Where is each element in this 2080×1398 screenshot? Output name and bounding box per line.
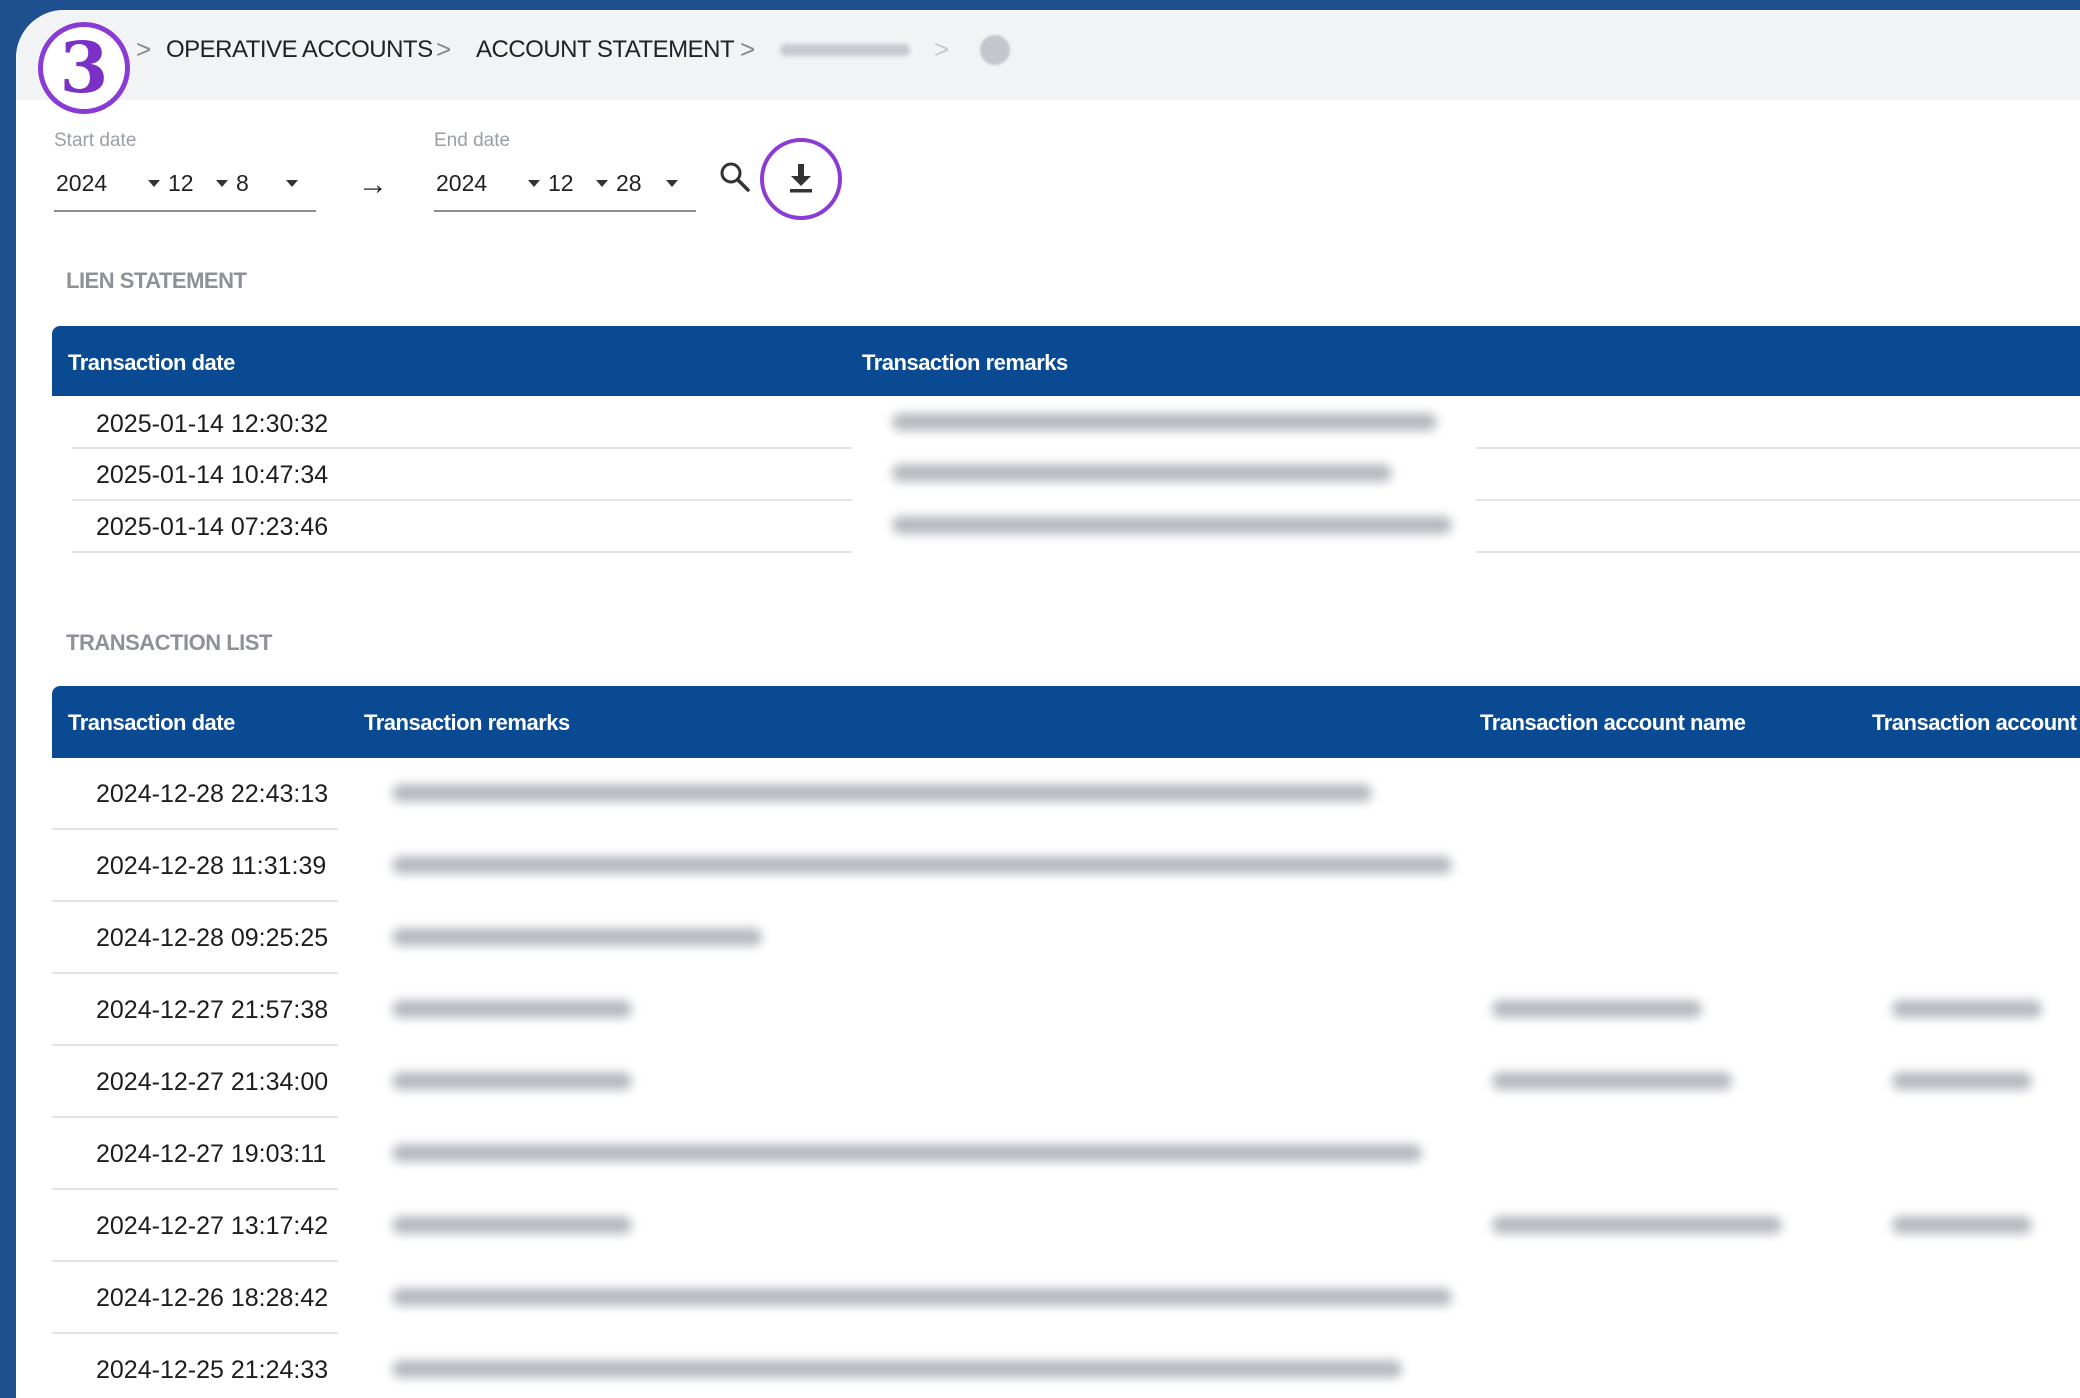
range-arrow-icon: →: [358, 168, 388, 201]
start-month-select[interactable]: 12: [168, 170, 194, 197]
table-row[interactable]: 2024-12-27 21:34:00: [52, 1046, 2080, 1116]
redacted-account-name: [1492, 1072, 1732, 1090]
redacted-account-name: [1492, 1000, 1702, 1018]
transaction-date: 2024-12-27 19:03:11: [96, 1140, 327, 1168]
transaction-date: 2024-12-26 18:28:42: [96, 1284, 329, 1312]
column-header-date[interactable]: Transaction date: [68, 350, 235, 376]
chevron-down-icon[interactable]: [666, 180, 678, 187]
chevron-down-icon[interactable]: [528, 180, 540, 187]
statement-window: > OPERATIVE ACCOUNTS > ACCOUNT STATEMENT…: [16, 10, 2080, 1398]
redacted-remarks: [392, 1216, 632, 1234]
redacted-account-name: [1492, 1216, 1782, 1234]
account-avatar-icon[interactable]: [980, 35, 1010, 65]
redacted-account-number: [1892, 1072, 2032, 1090]
transaction-date: 2025-01-14 12:30:32: [96, 410, 329, 438]
table-row[interactable]: 2024-12-26 18:28:42: [52, 1262, 2080, 1332]
redacted-remarks: [392, 1072, 632, 1090]
column-header-remarks[interactable]: Transaction remarks: [862, 350, 1068, 376]
chevron-down-icon[interactable]: [148, 180, 160, 187]
redacted-account-number: [1892, 1216, 2032, 1234]
chevron-down-icon[interactable]: [216, 180, 228, 187]
column-header-account-name[interactable]: Transaction account name: [1480, 710, 1746, 736]
search-icon[interactable]: [718, 160, 752, 194]
redacted-remarks: [392, 1360, 1402, 1378]
column-header-account-number[interactable]: Transaction account r: [1872, 710, 2080, 736]
row-divider: [72, 551, 852, 553]
breadcrumb-separator: >: [136, 34, 152, 64]
transaction-list-title: TRANSACTION LIST: [66, 630, 272, 655]
table-row[interactable]: 2024-12-28 11:31:39: [52, 830, 2080, 900]
redacted-remarks: [892, 464, 1392, 482]
redacted-remarks: [892, 413, 1437, 431]
transaction-date: 2024-12-27 21:34:00: [96, 1068, 329, 1096]
row-divider: [1476, 551, 2080, 553]
start-date-label: Start date: [54, 130, 137, 151]
transaction-date: 2024-12-25 21:24:33: [96, 1356, 329, 1384]
transaction-date: 2025-01-14 10:47:34: [96, 461, 329, 489]
step-number-badge: 3: [38, 22, 130, 114]
transaction-date: 2024-12-28 22:43:13: [96, 780, 329, 808]
end-day-select[interactable]: 28: [616, 170, 642, 197]
redacted-remarks: [392, 1000, 632, 1018]
table-row[interactable]: 2025-01-14 07:23:46: [52, 501, 2080, 553]
breadcrumb-separator: >: [740, 34, 756, 64]
lien-table-header: Transaction date Transaction remarks: [52, 326, 2080, 396]
breadcrumb-separator: >: [934, 34, 950, 64]
chevron-down-icon[interactable]: [596, 180, 608, 187]
table-row[interactable]: 2024-12-27 21:57:38: [52, 974, 2080, 1044]
redacted-remarks: [392, 928, 762, 946]
redacted-remarks: [392, 1144, 1422, 1162]
redacted-remarks: [392, 784, 1372, 802]
chevron-down-icon[interactable]: [286, 180, 298, 187]
breadcrumb-account-statement[interactable]: ACCOUNT STATEMENT: [476, 36, 735, 64]
transaction-date: 2024-12-27 21:57:38: [96, 996, 329, 1024]
column-header-remarks[interactable]: Transaction remarks: [364, 710, 570, 736]
breadcrumb: > OPERATIVE ACCOUNTS > ACCOUNT STATEMENT…: [16, 10, 2080, 100]
column-header-date[interactable]: Transaction date: [68, 710, 235, 736]
start-date-field[interactable]: 2024 12 8: [54, 160, 316, 212]
redacted-remarks: [392, 856, 1452, 874]
download-icon[interactable]: [781, 158, 821, 198]
table-row[interactable]: 2024-12-27 19:03:11: [52, 1118, 2080, 1188]
redacted-account-number: [1892, 1000, 2042, 1018]
breadcrumb-operative-accounts[interactable]: OPERATIVE ACCOUNTS: [166, 36, 433, 64]
lien-statement-title: LIEN STATEMENT: [66, 268, 247, 293]
table-row[interactable]: 2025-01-14 12:30:32: [52, 396, 2080, 448]
transaction-date: 2024-12-28 09:25:25: [96, 924, 329, 952]
end-date-label: End date: [434, 130, 511, 151]
end-year-select[interactable]: 2024: [436, 170, 487, 197]
end-month-select[interactable]: 12: [548, 170, 574, 197]
redacted-remarks: [392, 1288, 1452, 1306]
start-year-select[interactable]: 2024: [56, 170, 107, 197]
transaction-date: 2024-12-28 11:31:39: [96, 852, 327, 880]
table-row[interactable]: 2024-12-28 22:43:13: [52, 758, 2080, 828]
table-row[interactable]: 2024-12-28 09:25:25: [52, 902, 2080, 972]
breadcrumb-separator: >: [436, 34, 452, 64]
redacted-remarks: [892, 516, 1452, 534]
transaction-date: 2024-12-27 13:17:42: [96, 1212, 329, 1240]
table-row[interactable]: 2024-12-27 13:17:42: [52, 1190, 2080, 1260]
table-row[interactable]: 2025-01-14 10:47:34: [52, 449, 2080, 501]
table-row[interactable]: 2024-12-25 21:24:33: [52, 1334, 2080, 1398]
breadcrumb-redacted[interactable]: [780, 44, 910, 56]
start-day-select[interactable]: 8: [236, 170, 249, 197]
transaction-table-header: Transaction date Transaction remarks Tra…: [52, 686, 2080, 758]
transaction-date: 2025-01-14 07:23:46: [96, 513, 329, 541]
end-date-field[interactable]: 2024 12 28: [434, 160, 696, 212]
download-button[interactable]: [760, 138, 842, 220]
